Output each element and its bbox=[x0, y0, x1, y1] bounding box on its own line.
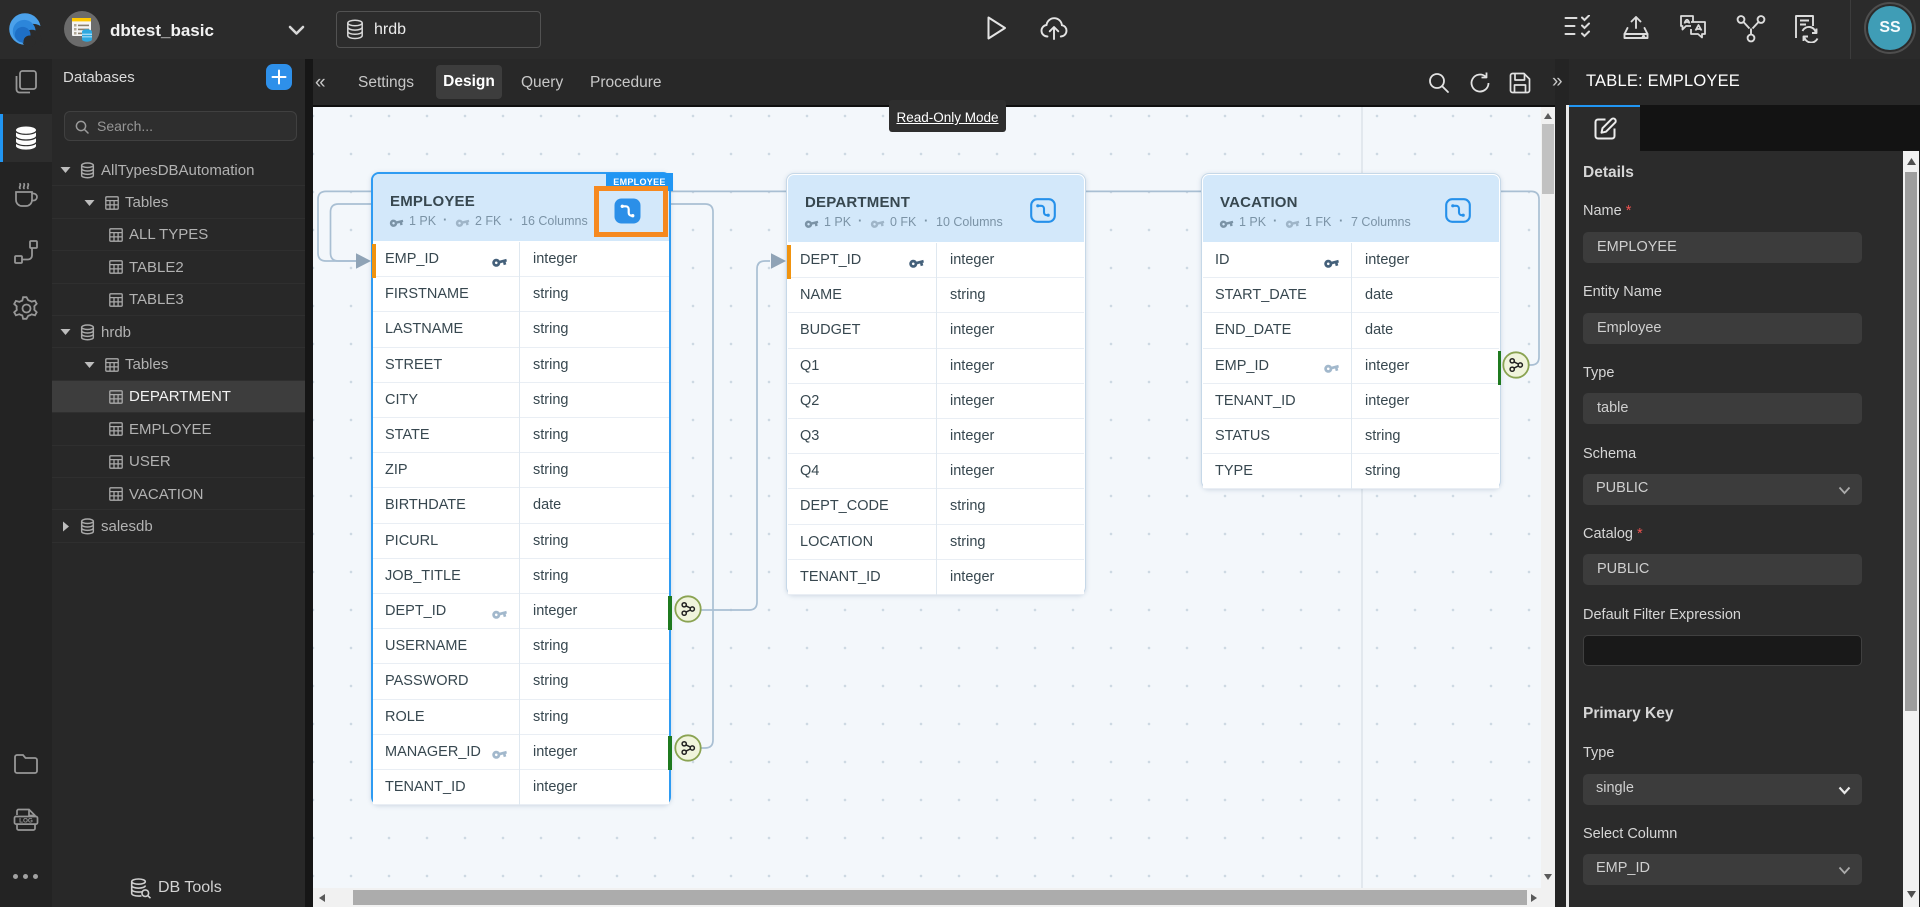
svg-text:LOG: LOG bbox=[19, 818, 33, 825]
